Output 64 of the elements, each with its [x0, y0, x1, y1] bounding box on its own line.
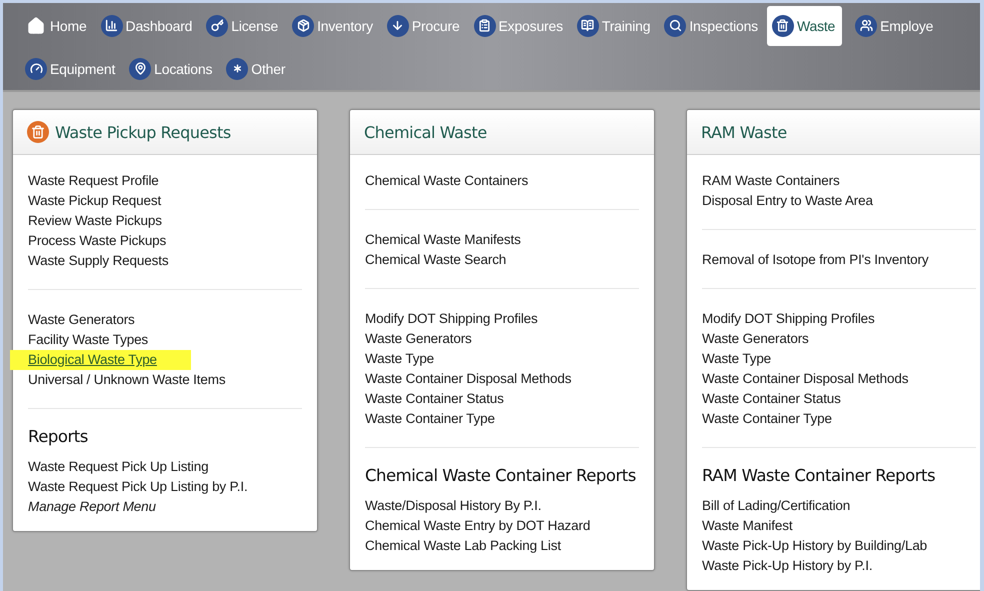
section-heading: Chemical Waste Container Reports — [365, 466, 637, 486]
menu-link[interactable]: Waste Container Status — [365, 389, 504, 409]
people-icon — [855, 14, 878, 36]
menu-link[interactable]: Waste Container Type — [365, 409, 495, 429]
menu-link[interactable]: Waste/Disposal History By P.I. — [365, 496, 542, 516]
gauge-icon — [25, 58, 47, 80]
bar-chart-icon — [100, 14, 123, 36]
panel-title: Chemical Waste — [364, 122, 487, 142]
menu-link[interactable]: Review Waste Pickups — [28, 211, 162, 231]
nav-tab[interactable]: Locations — [124, 48, 220, 88]
menu-link[interactable]: Waste Request Profile — [28, 171, 159, 191]
menu-link[interactable]: Waste Request Pick Up Listing — [28, 457, 208, 477]
menu-link[interactable]: Modify DOT Shipping Profiles — [702, 309, 875, 329]
nav-tab[interactable]: Other — [221, 48, 292, 88]
menu-link[interactable]: Waste Pick-Up History by Building/Lab — [702, 536, 928, 556]
menu-link[interactable]: Waste Manifest — [702, 516, 792, 536]
menu-link[interactable]: Universal / Unknown Waste Items — [28, 370, 226, 390]
menu-link[interactable]: Waste Request Pick Up Listing by P.I. — [28, 477, 248, 497]
menu-link[interactable]: Biological Waste Type — [10, 350, 191, 370]
menu-link[interactable]: Disposal Entry to Waste Area — [702, 191, 873, 211]
menu-link[interactable]: Waste Container Type — [702, 409, 832, 429]
menu-link[interactable]: Removal of Isotope from PI's Inventory — [702, 250, 928, 270]
menu-link[interactable]: Chemical Waste Search — [365, 250, 506, 270]
reader-icon — [576, 14, 599, 36]
menu-link[interactable]: Waste Supply Requests — [28, 251, 168, 271]
map-pin-icon — [129, 58, 152, 80]
menu-link[interactable]: Chemical Waste Containers — [365, 171, 528, 191]
nav-tab[interactable]: Waste — [766, 6, 842, 46]
menu-link[interactable]: RAM Waste Containers — [702, 171, 840, 191]
nav-tab[interactable]: Equipment — [20, 48, 122, 88]
section-heading: RAM Waste Container Reports — [702, 466, 936, 486]
menu-link[interactable]: Waste Type — [365, 349, 434, 369]
menu-link[interactable]: Waste Container Disposal Methods — [702, 369, 908, 389]
menu-link[interactable]: Waste Pick-Up History by P.I. — [702, 556, 872, 576]
menu-link[interactable]: Facility Waste Types — [28, 330, 148, 350]
nav-tab[interactable]: Home — [20, 6, 94, 46]
menu-link[interactable]: Modify DOT Shipping Profiles — [365, 309, 538, 329]
trash-icon — [27, 121, 49, 143]
menu-link[interactable]: Waste Generators — [28, 310, 135, 330]
menu-link[interactable]: Waste Type — [702, 349, 772, 369]
panel-title: Waste Pickup Requests — [55, 122, 231, 142]
nav-tab[interactable]: License — [201, 6, 286, 46]
menu-link[interactable]: Chemical Waste Manifests — [365, 230, 521, 250]
menu-link[interactable]: Process Waste Pickups — [28, 231, 166, 251]
panel-title: RAM Waste — [701, 122, 787, 142]
menu-link[interactable]: Waste Generators — [365, 329, 472, 349]
asterisk-icon — [226, 58, 248, 80]
menu-link[interactable]: Chemical Waste Entry by DOT Hazard — [365, 516, 590, 536]
nav-tab[interactable]: Employe — [850, 6, 940, 46]
box-icon — [292, 14, 314, 36]
nav-tab[interactable]: Inspections — [659, 6, 765, 46]
trash-icon — [772, 14, 794, 36]
menu-link[interactable]: Waste Generators — [702, 329, 809, 349]
nav-tab[interactable]: Dashboard — [96, 6, 200, 46]
menu-link[interactable]: Waste Pickup Request — [28, 191, 162, 211]
key-icon — [206, 14, 228, 36]
menu-link[interactable]: Waste Container Disposal Methods — [365, 369, 572, 389]
menu-link[interactable]: Manage Report Menu — [28, 497, 156, 517]
menu-link[interactable]: Bill of Lading/Certification — [702, 496, 850, 516]
clipboard-icon — [474, 14, 496, 36]
menu-link[interactable]: Chemical Waste Lab Packing List — [365, 536, 561, 556]
section-heading: Reports — [28, 427, 89, 447]
menu-link[interactable]: Waste Container Status — [702, 389, 841, 409]
search-icon — [664, 14, 686, 36]
